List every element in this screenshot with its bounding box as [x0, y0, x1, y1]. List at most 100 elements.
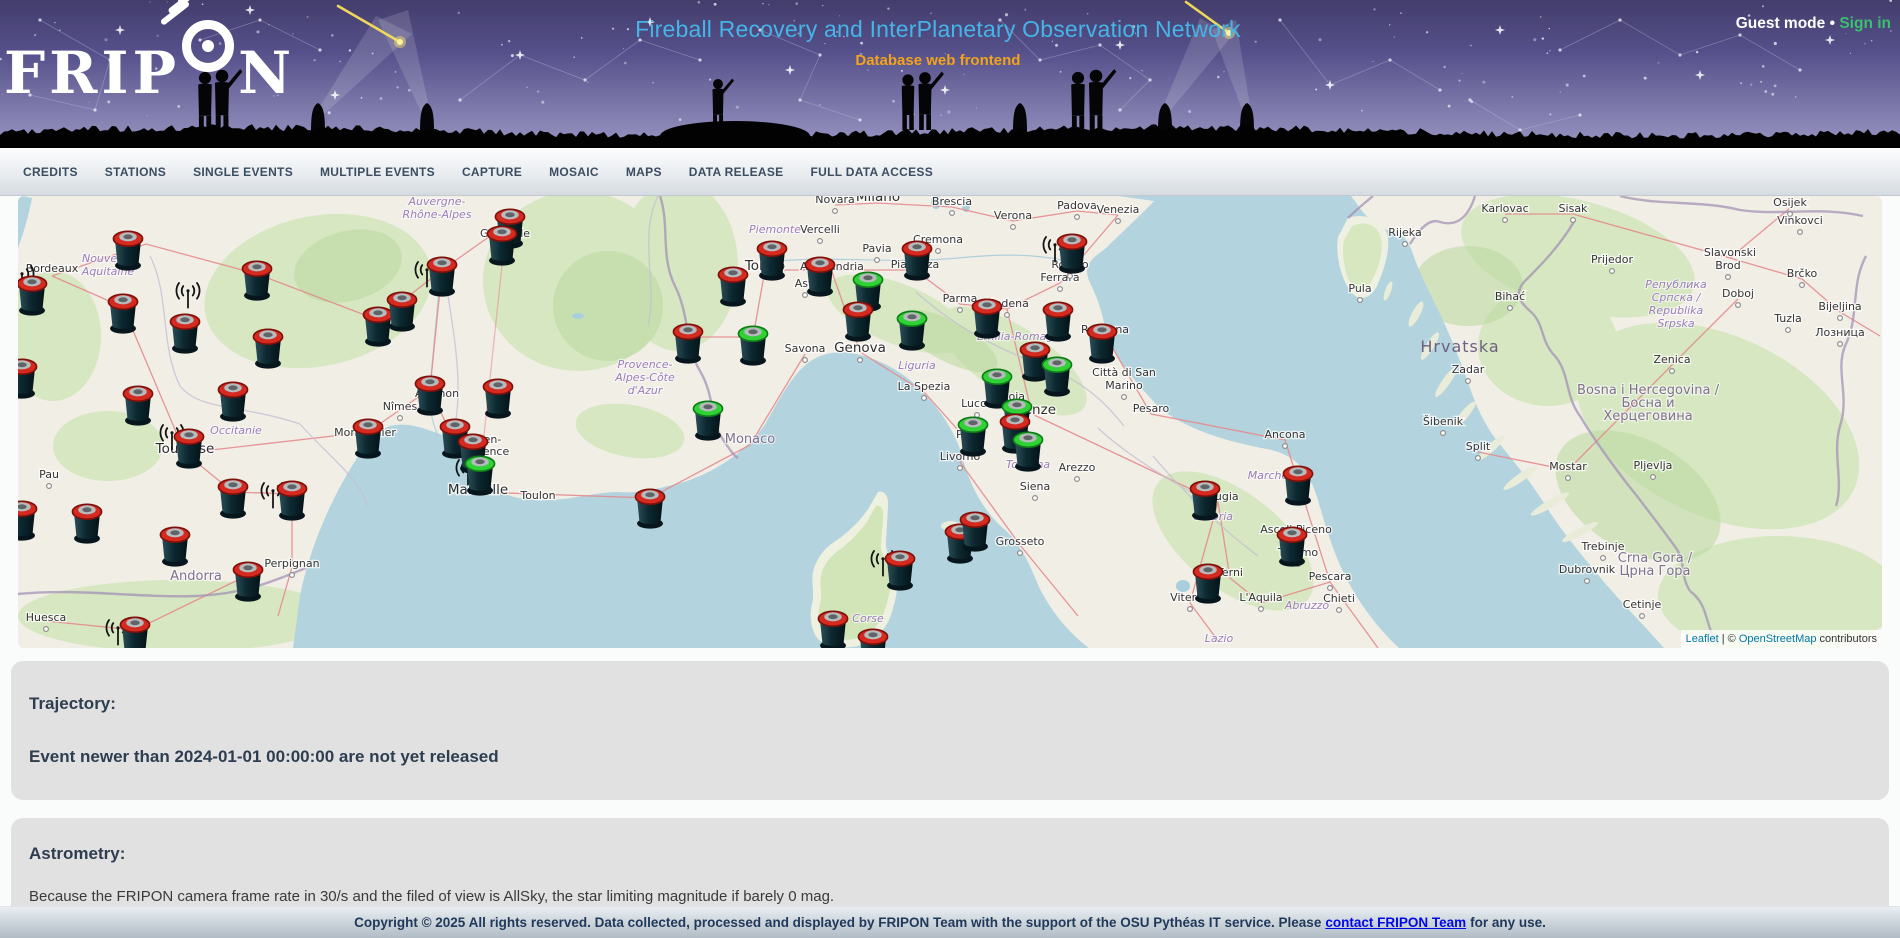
- station-marker-red[interactable]: [108, 294, 137, 333]
- astrometry-title: Astrometry:: [29, 844, 125, 864]
- station-marker-red[interactable]: [718, 267, 747, 306]
- city-dot: [858, 358, 863, 363]
- station-marker-red[interactable]: [363, 307, 392, 346]
- station-marker-red[interactable]: [483, 379, 512, 418]
- nav-item-multiple-events[interactable]: MULTIPLE EVENTS: [320, 165, 435, 179]
- star: [623, 48, 624, 49]
- station-marker-red[interactable]: [72, 504, 101, 543]
- openstreetmap-link[interactable]: OpenStreetMap: [1739, 633, 1817, 645]
- station-marker-red[interactable]: [1277, 527, 1306, 566]
- star: [1426, 31, 1428, 33]
- star: [1188, 110, 1191, 113]
- station-marker-red[interactable]: [805, 257, 834, 296]
- station-marker-red[interactable]: [387, 292, 416, 331]
- station-marker-red[interactable]: [673, 324, 702, 363]
- station-marker-red[interactable]: [253, 329, 282, 368]
- station-marker-red[interactable]: [1087, 324, 1116, 363]
- station-marker-red[interactable]: [757, 241, 786, 280]
- station-marker-red[interactable]: [18, 276, 47, 315]
- city-dot: [1116, 219, 1121, 224]
- leaflet-link[interactable]: Leaflet: [1686, 633, 1719, 645]
- star: [624, 62, 627, 65]
- nav-item-full-data-access[interactable]: FULL DATA ACCESS: [810, 165, 933, 179]
- station-marker-red[interactable]: [233, 562, 262, 601]
- region-label: Auvergne-: [408, 196, 466, 208]
- station-marker-red[interactable]: [843, 302, 872, 341]
- station-marker-green[interactable]: [465, 456, 494, 495]
- station-marker-red[interactable]: [174, 429, 203, 468]
- nav-item-mosaic[interactable]: MOSAIC: [549, 165, 599, 179]
- station-marker-red[interactable]: [242, 261, 271, 300]
- station-marker-red[interactable]: [277, 481, 306, 520]
- city-label: Ancona: [1265, 428, 1306, 441]
- station-marker-red[interactable]: [635, 489, 664, 528]
- station-marker-red[interactable]: [123, 386, 152, 425]
- city-dot: [833, 209, 838, 214]
- station-marker-red[interactable]: [960, 512, 989, 551]
- sign-in-link[interactable]: Sign in: [1839, 15, 1891, 32]
- star: [1546, 52, 1548, 54]
- nav-item-maps[interactable]: MAPS: [626, 165, 662, 179]
- city-dot: [1566, 476, 1571, 481]
- station-marker-red[interactable]: [18, 359, 37, 398]
- nav-item-credits[interactable]: CREDITS: [23, 165, 78, 179]
- trajectory-section: Trajectory: Event newer than 2024-01-01 …: [11, 661, 1889, 800]
- station-marker-red[interactable]: [885, 551, 914, 590]
- star: [202, 3, 204, 5]
- station-marker-red[interactable]: [1190, 481, 1219, 520]
- city-label: Savona: [785, 342, 826, 355]
- station-marker-green[interactable]: [958, 417, 987, 456]
- city-dot: [1726, 275, 1731, 280]
- footer-bar: Copyright © 2025 All rights reserved. Da…: [0, 906, 1900, 938]
- star: [1448, 105, 1451, 108]
- station-marker-red[interactable]: [902, 241, 931, 280]
- nav-item-capture[interactable]: CAPTURE: [462, 165, 522, 179]
- station-marker-red[interactable]: [160, 527, 189, 566]
- star: [1740, 82, 1742, 84]
- contact-fripon-link[interactable]: contact FRIPON Team: [1325, 915, 1466, 930]
- city-label: Brčko: [1787, 267, 1818, 280]
- city-dot: [1508, 306, 1513, 311]
- station-marker-red[interactable]: [427, 257, 456, 296]
- observatory-post: [1013, 103, 1027, 132]
- station-marker-red[interactable]: [218, 479, 247, 518]
- station-marker-red[interactable]: [170, 314, 199, 353]
- station-marker-red[interactable]: [487, 226, 516, 265]
- station-marker-red[interactable]: [113, 231, 142, 270]
- station-marker-red[interactable]: [353, 419, 382, 458]
- city-dot: [803, 358, 808, 363]
- station-marker-red[interactable]: [1057, 234, 1086, 273]
- station-marker-green[interactable]: [1042, 357, 1071, 396]
- star: [1024, 9, 1026, 11]
- station-marker-red[interactable]: [858, 629, 887, 648]
- station-marker-green[interactable]: [738, 326, 767, 365]
- station-marker-green[interactable]: [1013, 432, 1042, 471]
- city-label: L'Aquila: [1239, 591, 1282, 604]
- nav-item-single-events[interactable]: SINGLE EVENTS: [193, 165, 293, 179]
- nav-item-stations[interactable]: STATIONS: [105, 165, 166, 179]
- star: [328, 111, 331, 114]
- user-area: Guest mode • Sign in: [1736, 15, 1891, 33]
- guest-mode-label: Guest mode: [1736, 15, 1826, 32]
- star: [537, 90, 539, 92]
- station-marker-red[interactable]: [415, 376, 444, 415]
- nav-item-data-release[interactable]: DATA RELEASE: [689, 165, 784, 179]
- stations-map[interactable]: Nouvelle-AquitaineAuvergne-Rhône-AlpesOc…: [18, 196, 1882, 648]
- star: [1549, 113, 1551, 115]
- station-marker-green[interactable]: [897, 311, 926, 350]
- station-marker-red[interactable]: [1193, 564, 1222, 603]
- star: [167, 2, 168, 3]
- station-marker-red[interactable]: [218, 382, 247, 421]
- station-marker-red[interactable]: [1043, 302, 1072, 341]
- star: [930, 13, 931, 14]
- star: [1217, 76, 1220, 79]
- city-label: Karlovac: [1481, 202, 1528, 215]
- station-marker-red[interactable]: [120, 617, 149, 648]
- station-marker-green[interactable]: [693, 401, 722, 440]
- station-marker-red[interactable]: [1283, 466, 1312, 505]
- star: [1771, 93, 1774, 96]
- constellation-star: [1278, 18, 1281, 21]
- station-marker-red[interactable]: [972, 299, 1001, 338]
- station-marker-red[interactable]: [18, 501, 37, 540]
- station-marker-red[interactable]: [818, 611, 847, 648]
